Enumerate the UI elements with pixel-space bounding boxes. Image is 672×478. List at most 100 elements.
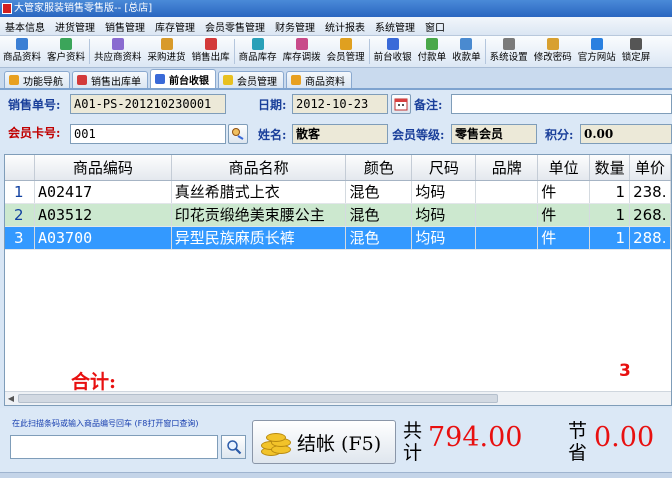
column-header-0[interactable]: 商品编码 (35, 155, 172, 180)
toolbar-button-13[interactable]: 官方网站 (575, 36, 619, 67)
toolbar-label: 付款单 (417, 52, 447, 63)
column-header-4[interactable]: 品牌 (476, 155, 539, 180)
points-label: 积分: (545, 128, 574, 142)
status-bar (0, 472, 672, 478)
table-row[interactable]: 3 A03700 异型民族麻质长裤 混色 均码 件 1 288. (5, 227, 671, 250)
column-header-6[interactable]: 数量 (590, 155, 631, 180)
menu-item-5[interactable]: 财务管理 (270, 19, 320, 34)
menu-item-7[interactable]: 系统管理 (370, 19, 420, 34)
toolbar-button-3[interactable]: 采购进货 (145, 36, 189, 67)
tab-2[interactable]: 前台收银 (150, 69, 216, 88)
cell-idx[interactable]: 3 (5, 227, 35, 249)
order-no-field[interactable]: A01-PS-201210230001 (70, 94, 226, 114)
note-field[interactable] (451, 94, 672, 114)
menu-bar: 基本信息 进货管理 销售管理 库存管理 会员零售管理 财务管理 统计报表 系统管理 窗口 (0, 17, 672, 36)
toolbar-button-4[interactable]: 销售出库 (189, 36, 233, 67)
checkout-label: 结帐 (F5) (297, 432, 382, 455)
coins-icon (259, 427, 291, 457)
cell-brand[interactable] (476, 181, 539, 203)
toolbar-button-2[interactable]: 共应商资料 (91, 36, 145, 67)
toolbar-button-6[interactable]: 库存调拨 (280, 36, 324, 67)
cell-qty[interactable]: 1 (590, 181, 631, 203)
menu-item-6[interactable]: 统计报表 (320, 19, 370, 34)
tab-icon (291, 75, 301, 85)
calendar-button[interactable] (391, 94, 411, 114)
toolbar-button-5[interactable]: 商品库存 (236, 36, 280, 67)
toolbar-label: 客户资料 (47, 52, 86, 63)
menu-item-1[interactable]: 进货管理 (50, 19, 100, 34)
toolbar-button-8[interactable]: 前台收银 (371, 36, 415, 67)
cell-price[interactable]: 268. (630, 204, 671, 226)
points-field[interactable]: 0.00 (580, 124, 672, 144)
cell-code[interactable]: A02417 (35, 181, 172, 203)
barcode-input[interactable] (10, 435, 218, 459)
cell-size[interactable]: 均码 (412, 204, 477, 226)
tab-4[interactable]: 商品资料 (286, 71, 352, 88)
table-row[interactable]: 2 A03512 印花贡缎绝美束腰公主 混色 均码 件 1 268. (5, 204, 671, 227)
tab-icon (77, 75, 87, 85)
search-icon (226, 440, 241, 455)
menu-item-0[interactable]: 基本信息 (0, 19, 50, 34)
name-field[interactable]: 散客 (292, 124, 388, 144)
checkout-button[interactable]: 结帐 (F5) (252, 420, 396, 464)
toolbar-button-10[interactable]: 收款单 (449, 36, 484, 67)
column-header-5[interactable]: 单位 (538, 155, 591, 180)
product-search-button[interactable] (221, 435, 246, 459)
cell-name[interactable]: 异型民族麻质长裤 (172, 227, 347, 249)
cell-idx[interactable]: 1 (5, 181, 35, 203)
toolbar-button-1[interactable]: 客户资料 (44, 36, 88, 67)
tab-label: 前台收银 (169, 75, 209, 87)
tab-0[interactable]: 功能导航 (4, 71, 70, 88)
cell-unit[interactable]: 件 (538, 227, 591, 249)
toolbar-label: 共应商资料 (94, 52, 142, 63)
tab-1[interactable]: 销售出库单 (72, 71, 148, 88)
cell-price[interactable]: 238. (630, 181, 671, 203)
cell-idx[interactable]: 2 (5, 204, 35, 226)
level-field[interactable]: 零售会员 (451, 124, 537, 144)
cell-code[interactable]: A03700 (35, 227, 172, 249)
cell-size[interactable]: 均码 (412, 181, 477, 203)
cell-code[interactable]: A03512 (35, 204, 172, 226)
toolbar-button-11[interactable]: 系统设置 (487, 36, 531, 67)
cell-brand[interactable] (476, 204, 539, 226)
cell-name[interactable]: 真丝希腊式上衣 (172, 181, 347, 203)
toolbar-button-14[interactable]: 锁定屏 (619, 36, 654, 67)
card-no-field[interactable]: 001 (70, 124, 226, 144)
cell-color[interactable]: 混色 (346, 204, 413, 226)
toolbar-icon-5 (251, 38, 264, 50)
cell-unit[interactable]: 件 (538, 204, 591, 226)
column-header-1[interactable]: 商品名称 (172, 155, 347, 180)
menu-item-2[interactable]: 销售管理 (100, 19, 150, 34)
toolbar-button-0[interactable]: 商品资料 (0, 36, 44, 67)
toolbar-button-12[interactable]: 修改密码 (531, 36, 575, 67)
cell-qty[interactable]: 1 (590, 227, 631, 249)
date-field[interactable]: 2012-10-23 (292, 94, 388, 114)
column-header-7[interactable]: 单价 (630, 155, 671, 180)
toolbar-button-7[interactable]: 会员管理 (324, 36, 368, 67)
scroll-left-icon[interactable]: ◀ (6, 394, 16, 404)
toolbar-button-9[interactable]: 付款单 (415, 36, 450, 67)
cell-size[interactable]: 均码 (412, 227, 477, 249)
tab-icon (155, 74, 165, 84)
cell-qty[interactable]: 1 (590, 204, 631, 226)
menu-item-8[interactable]: 窗口 (420, 19, 450, 34)
cell-name[interactable]: 印花贡缎绝美束腰公主 (172, 204, 347, 226)
scrollbar-thumb[interactable] (18, 394, 498, 403)
window-title: 大管家服装销售零售版-- [总店] (14, 3, 153, 14)
toolbar-icon-11 (502, 38, 515, 50)
cell-color[interactable]: 混色 (346, 181, 413, 203)
column-header-2[interactable]: 颜色 (346, 155, 413, 180)
horizontal-scrollbar[interactable]: ◀ (5, 391, 671, 405)
menu-item-3[interactable]: 库存管理 (150, 19, 200, 34)
tab-3[interactable]: 会员管理 (218, 71, 284, 88)
cell-unit[interactable]: 件 (538, 181, 591, 203)
toolbar: 商品资料 客户资料 共应商资料 采购进货 销售出库 商品库存 库存调拨 会员管理 前台收银 付款单… (0, 36, 672, 68)
cell-price[interactable]: 288. (630, 227, 671, 249)
menu-item-4[interactable]: 会员零售管理 (200, 19, 270, 34)
member-search-icon (232, 128, 244, 140)
column-header-3[interactable]: 尺码 (412, 155, 477, 180)
member-search-button[interactable] (228, 124, 248, 144)
cell-brand[interactable] (476, 227, 539, 249)
cell-color[interactable]: 混色 (346, 227, 413, 249)
table-row[interactable]: 1 A02417 真丝希腊式上衣 混色 均码件 1 238. (5, 181, 671, 204)
